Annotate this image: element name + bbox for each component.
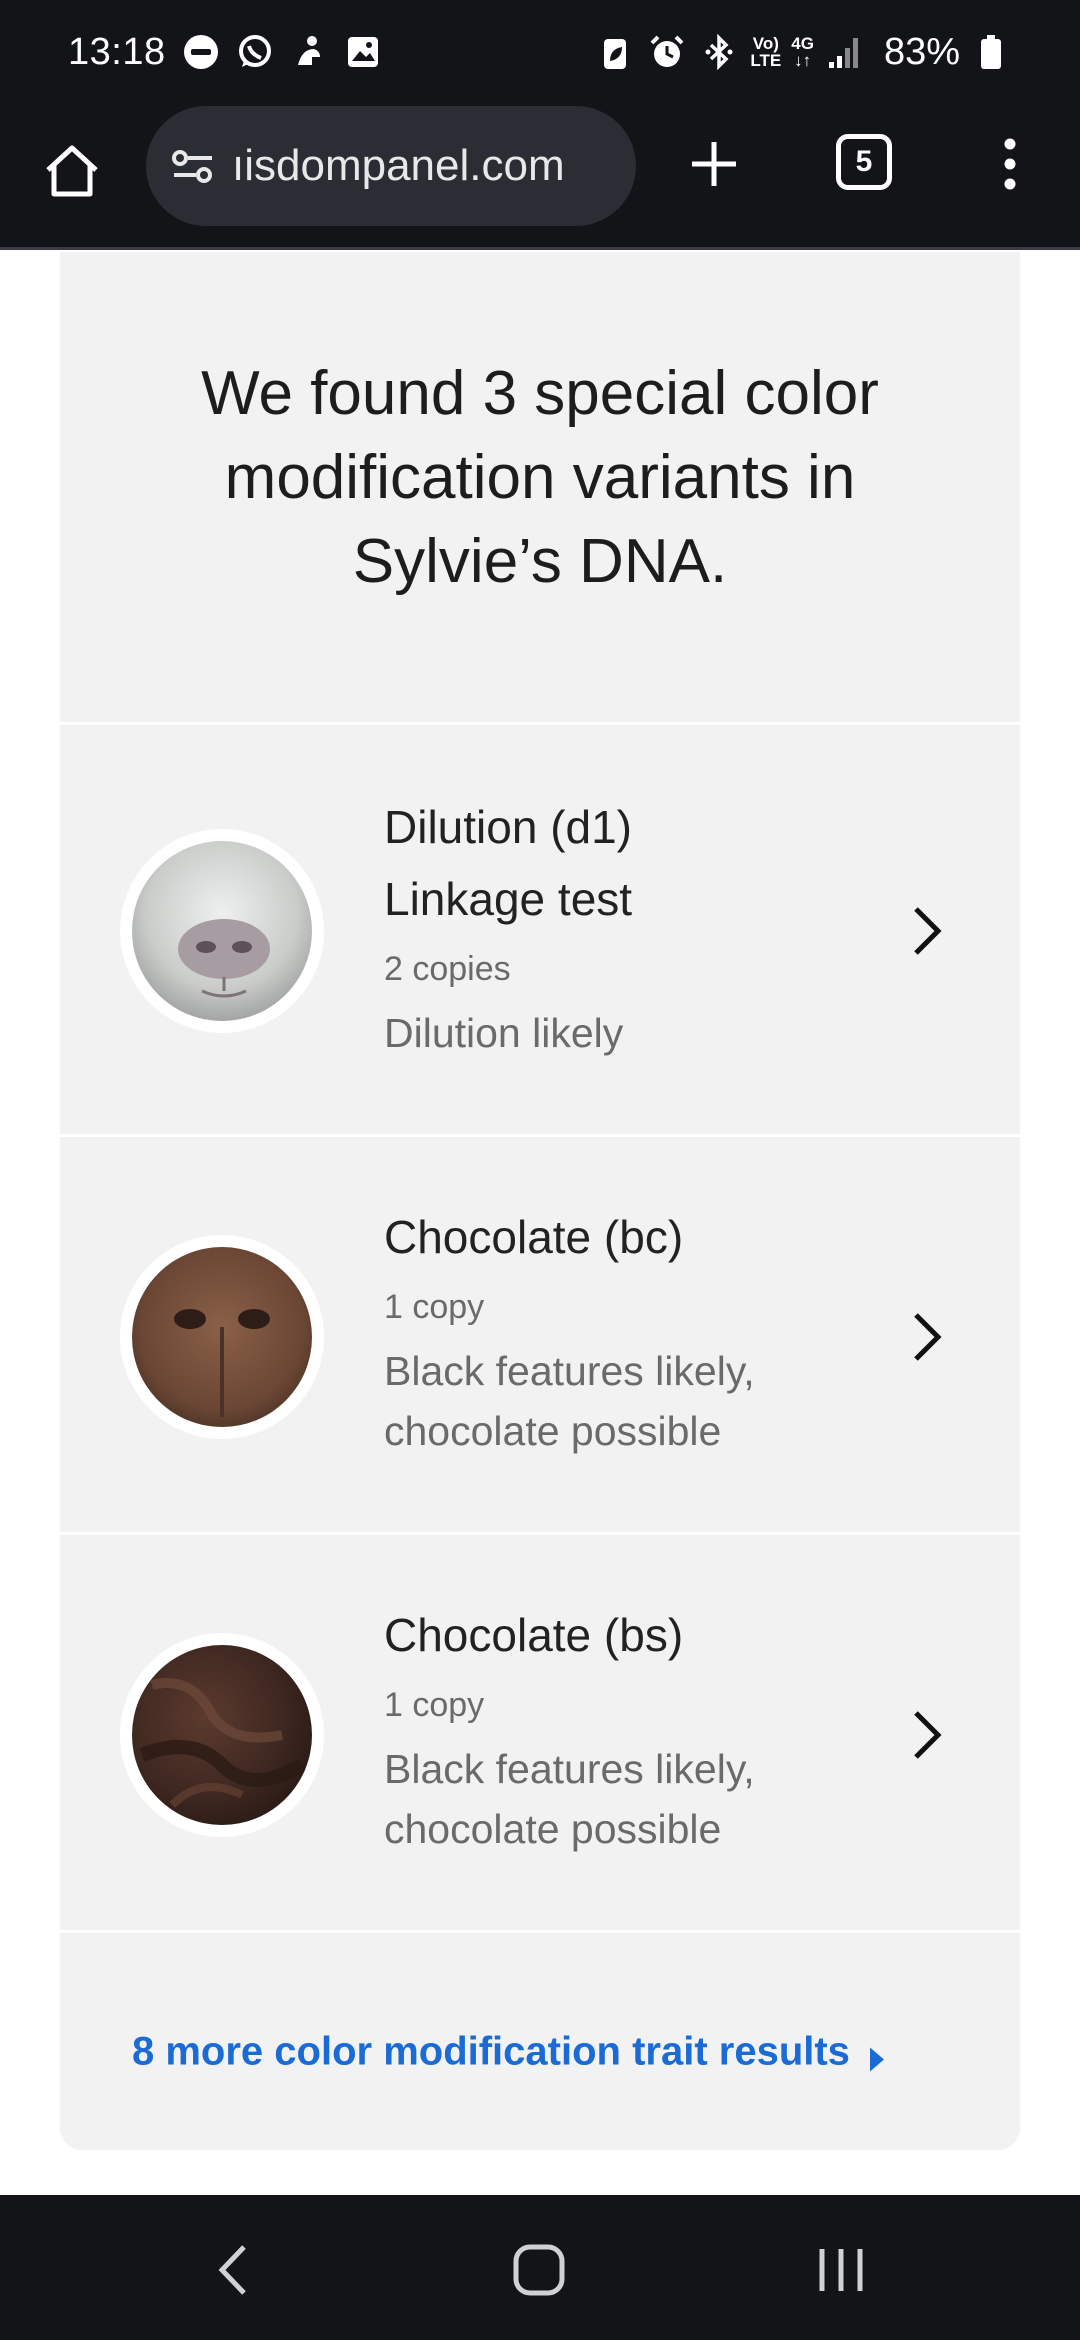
variant-title: Dilution (d1)	[384, 801, 632, 853]
system-icons: Vo) LTE 4G ↓↑ 83%	[594, 31, 1012, 74]
battery-saver-icon	[594, 31, 636, 73]
signal-icon	[824, 31, 866, 73]
variant-description-line1: Black features likely,	[384, 1348, 755, 1394]
new-tab-icon[interactable]	[684, 134, 744, 194]
variant-row-chocolate-bc[interactable]: Chocolate (bc) 1 copy Black features lik…	[60, 1134, 1020, 1532]
variant-image	[120, 829, 324, 1033]
bluetooth-icon	[698, 31, 740, 73]
page-headline: We found 3 special color modification va…	[201, 359, 879, 596]
address-bar[interactable]: ıisdompanel.com	[146, 106, 636, 226]
system-navigation-bar	[0, 2195, 1080, 2340]
url-text[interactable]: ıisdompanel.com	[232, 141, 565, 191]
more-results-link[interactable]: 8 more color modification trait results	[132, 2030, 886, 2075]
variant-row-chocolate-bs[interactable]: Chocolate (bs) 1 copy Black features lik…	[60, 1532, 1020, 1930]
variant-copies: 1 copy	[384, 1288, 485, 1326]
notification-icons	[180, 31, 384, 73]
brown-dog-nose-photo	[132, 1247, 312, 1427]
tab-switcher-icon[interactable]: 5	[836, 134, 892, 190]
browser-toolbar: ıisdompanel.com 5	[0, 104, 1080, 250]
variant-copies: 1 copy	[384, 1686, 485, 1724]
status-time: 13:18	[68, 30, 166, 73]
gray-dog-nose-photo	[132, 841, 312, 1021]
volte-indicator: Vo) LTE	[750, 35, 781, 69]
variant-text: Dilution (d1) Linkage test 2 copies Dilu…	[384, 791, 904, 1063]
variant-row-dilution[interactable]: Dilution (d1) Linkage test 2 copies Dilu…	[60, 722, 1020, 1134]
network-type-label: 4G	[791, 34, 814, 53]
variant-description-line1: Black features likely,	[384, 1746, 755, 1792]
alarm-icon	[646, 31, 688, 73]
variant-subtitle: Linkage test	[384, 873, 633, 925]
volte-bottom-label: LTE	[750, 51, 782, 70]
variant-text: Chocolate (bc) 1 copy Black features lik…	[384, 1201, 904, 1461]
variant-copies: 2 copies	[384, 950, 511, 988]
variant-description-line2: chocolate possible	[384, 1806, 722, 1852]
variant-description: Dilution likely	[384, 1010, 624, 1056]
caret-right-icon	[868, 2038, 886, 2071]
battery-icon	[970, 31, 1012, 73]
color-modification-card: We found 3 special color modification va…	[60, 252, 1020, 2150]
variant-description: Black features likely, chocolate possibl…	[384, 1341, 904, 1461]
data-indicator: 4G ↓↑	[791, 34, 814, 70]
variant-image	[120, 1633, 324, 1837]
notification-icon	[288, 31, 330, 73]
site-settings-icon[interactable]	[168, 141, 218, 191]
recent-apps-icon[interactable]	[806, 2235, 876, 2305]
whatsapp-icon	[234, 31, 276, 73]
variant-title: Chocolate (bc)	[384, 1211, 684, 1263]
variant-description-line2: chocolate possible	[384, 1408, 722, 1454]
variant-title: Chocolate (bs)	[384, 1609, 684, 1661]
chocolate-dog-fur-photo	[132, 1645, 312, 1825]
home-circle-icon[interactable]	[504, 2235, 574, 2305]
variant-description: Black features likely, chocolate possibl…	[384, 1739, 904, 1859]
back-icon[interactable]	[200, 2235, 270, 2305]
variant-text: Chocolate (bs) 1 copy Black features lik…	[384, 1599, 904, 1859]
status-bar: 13:18 Vo) LTE 4G ↓↑ 83%	[0, 0, 1080, 104]
gallery-icon	[342, 31, 384, 73]
more-menu-icon[interactable]	[990, 134, 1030, 194]
chevron-right-icon[interactable]	[906, 901, 946, 961]
chevron-right-icon[interactable]	[906, 1705, 946, 1765]
home-icon[interactable]	[40, 138, 104, 202]
chevron-right-icon[interactable]	[906, 1307, 946, 1367]
battery-percent: 83%	[883, 30, 960, 73]
do-not-disturb-icon	[180, 31, 222, 73]
variant-image	[120, 1235, 324, 1439]
divider	[60, 1930, 1020, 1933]
more-results-label[interactable]: 8 more color modification trait results	[132, 2030, 850, 2075]
